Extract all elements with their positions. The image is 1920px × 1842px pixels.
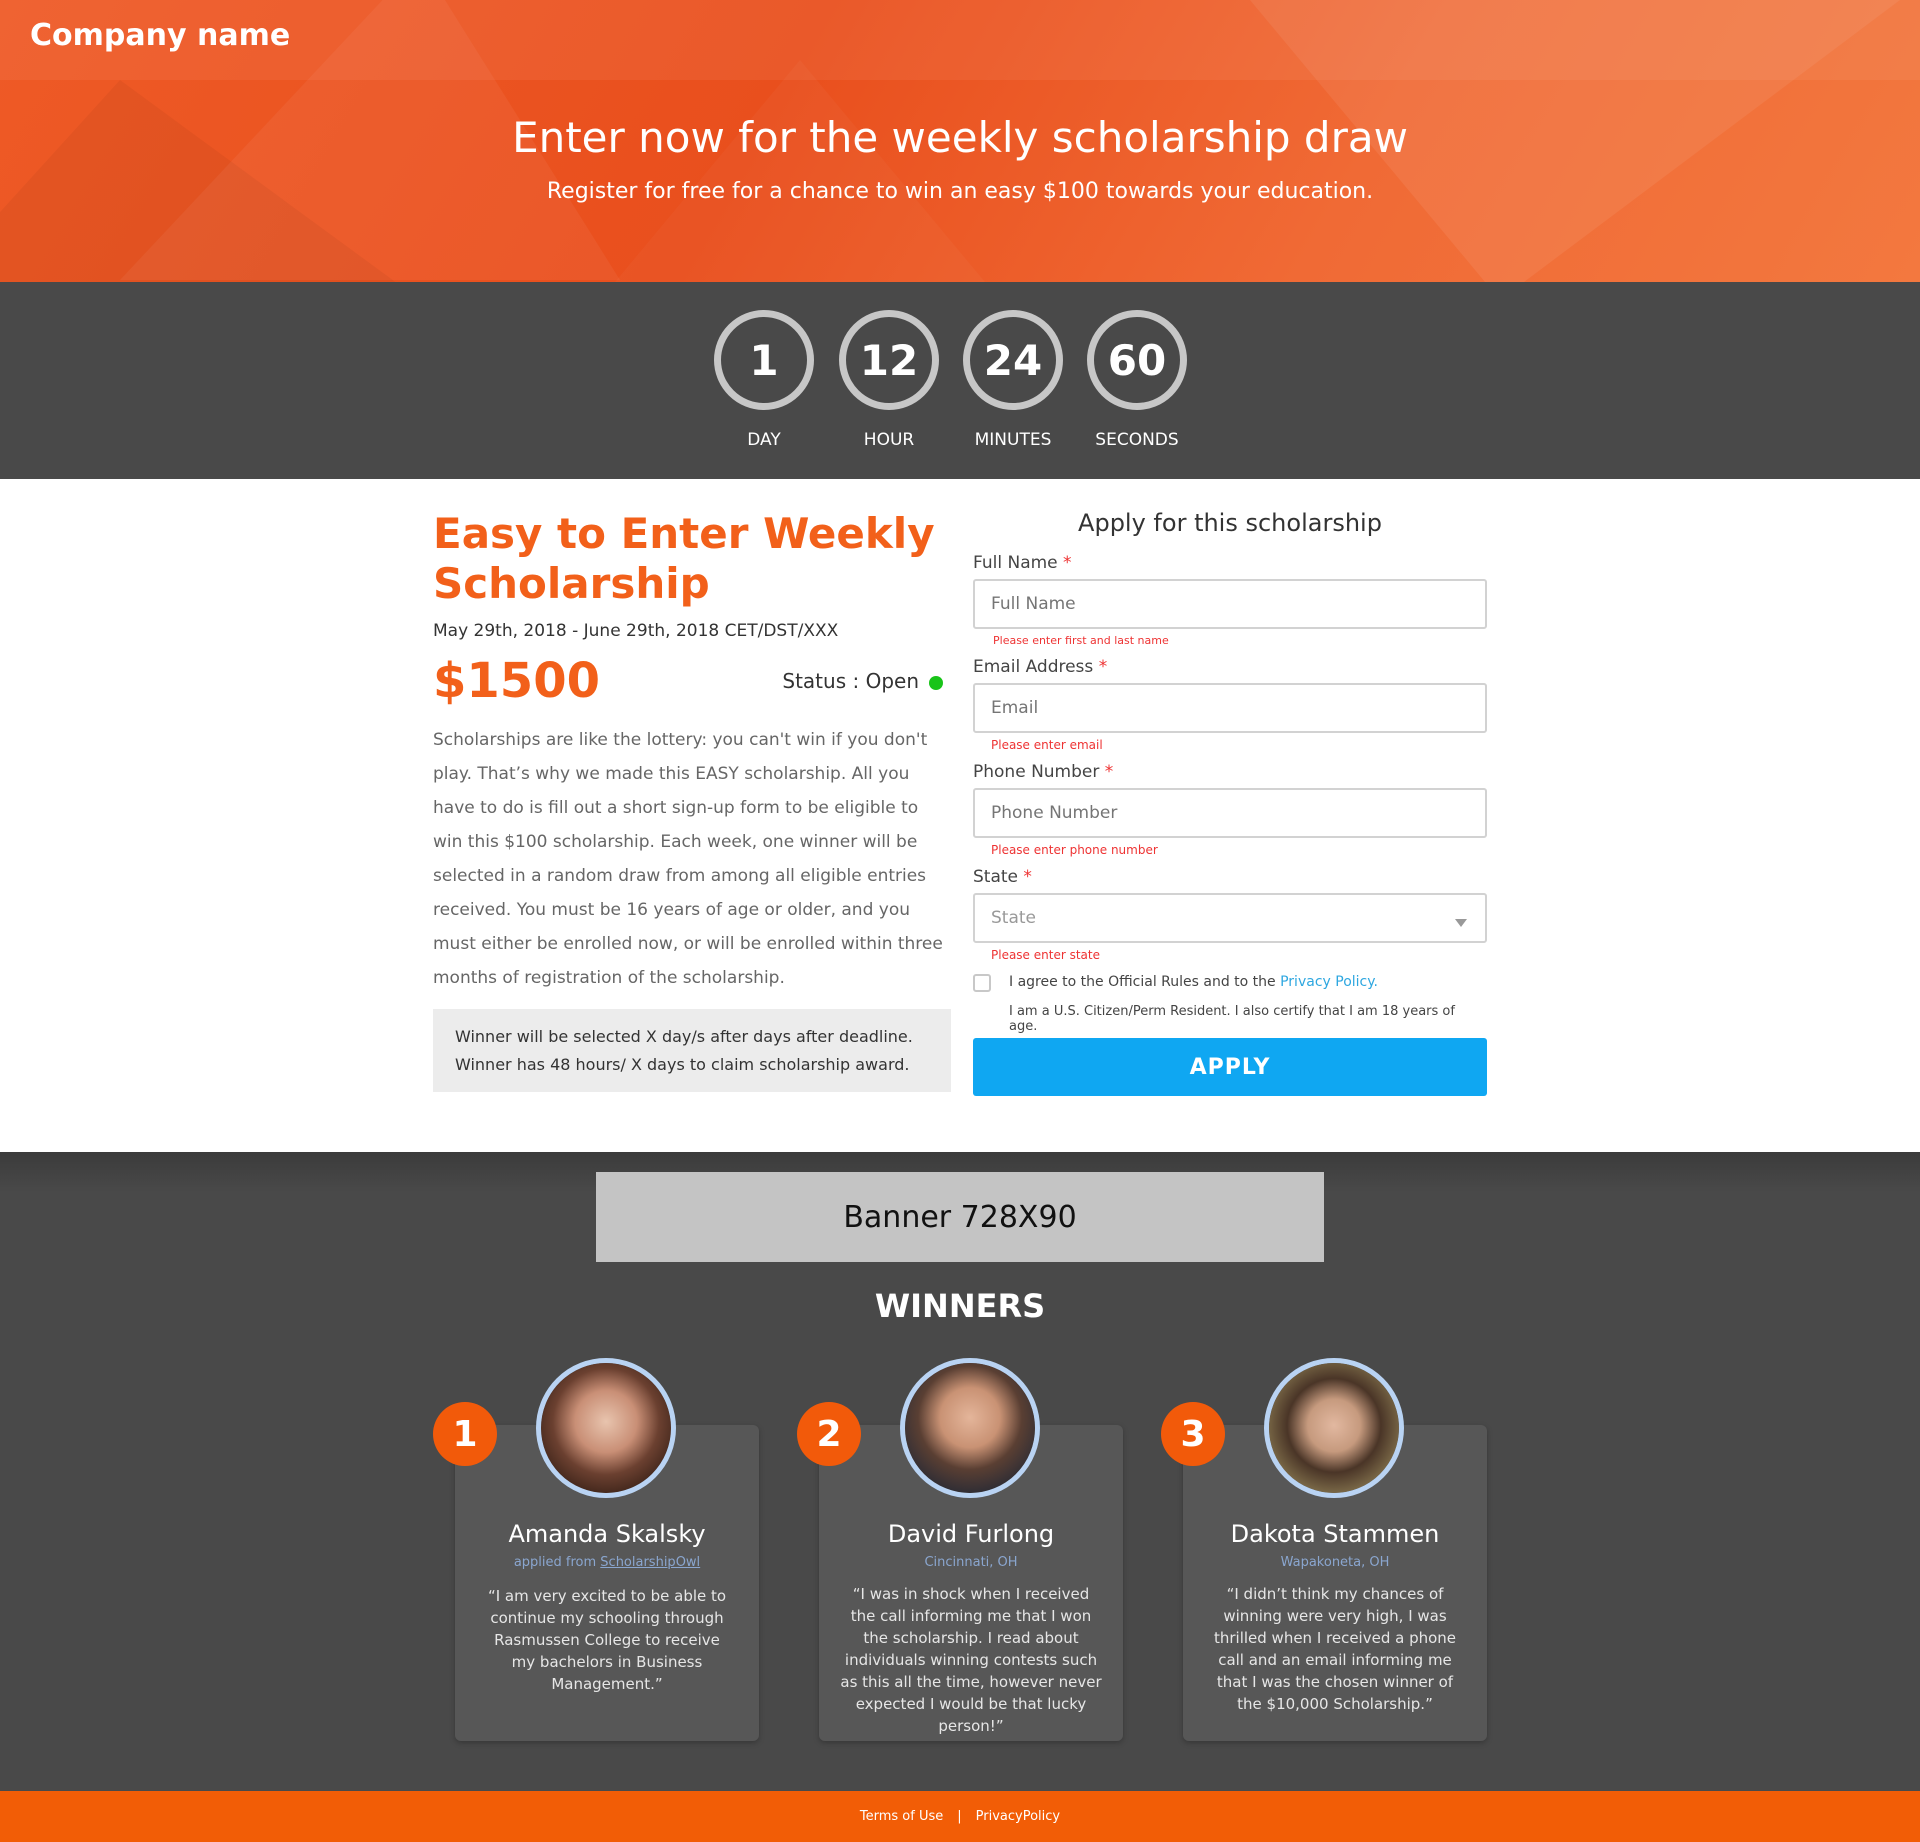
email-group: Email Address * Please enter email: [973, 657, 1487, 752]
certify-text: I am a U.S. Citizen/Perm Resident. I als…: [1009, 1004, 1455, 1034]
winner-name: David Furlong: [887, 1520, 1055, 1548]
apply-form: Apply for this scholarship Full Name * P…: [973, 509, 1487, 1096]
hero-subtitle: Register for free for a chance to win an…: [546, 179, 1374, 204]
winner-location: Cincinnati, OH: [924, 1555, 1018, 1570]
winner-location: Wapakoneta, OH: [1280, 1555, 1390, 1570]
avatar: [900, 1358, 1040, 1498]
apply-button[interactable]: APPLY: [973, 1038, 1487, 1096]
avatar-photo: [905, 1363, 1035, 1493]
phone-input[interactable]: [973, 788, 1487, 838]
countdown-day: 1 DAY: [714, 310, 814, 450]
form-title: Apply for this scholarship: [1078, 509, 1382, 537]
countdown-minutes: 24 MINUTES: [963, 310, 1063, 450]
winner-note-line: Winner has 48 hours/ X days to claim sch…: [455, 1055, 910, 1074]
full-name-label: Full Name *: [973, 553, 1072, 573]
terms-link[interactable]: Terms of Use: [860, 1809, 943, 1824]
countdown-label: MINUTES: [974, 430, 1052, 450]
winner-name: Amanda Skalsky: [508, 1520, 706, 1548]
phone-group: Phone Number * Please enter phone number: [973, 762, 1487, 857]
state-label: State *: [973, 867, 1032, 887]
hero-title: Enter now for the weekly scholarship dra…: [512, 113, 1408, 162]
status-text: Status : Open: [782, 669, 919, 693]
countdown-seconds: 60 SECONDS: [1087, 310, 1187, 450]
winners-section: Banner 728X90 WINNERS Amanda Skalsky app…: [0, 1152, 1920, 1791]
avatar-photo: [541, 1363, 671, 1493]
scholarship-description: Scholarships are like the lottery: you c…: [433, 730, 943, 988]
scholarshipowl-link[interactable]: ScholarshipOwl: [600, 1555, 700, 1570]
full-name-input[interactable]: [973, 579, 1487, 629]
countdown-hour: 12 HOUR: [839, 310, 939, 450]
email-label: Email Address *: [973, 657, 1108, 677]
agree-text: I agree to the Official Rules and to the…: [1009, 974, 1378, 990]
winner-note: Winner will be selected X day/s after da…: [433, 1009, 951, 1092]
full-name-error: Please enter first and last name: [993, 634, 1169, 647]
winner-quote: “I didn’t think my chances of winning we…: [1213, 1585, 1457, 1713]
ad-banner[interactable]: Banner 728X90: [596, 1172, 1324, 1262]
scholarship-dates: May 29th, 2018 - June 29th, 2018 CET/DST…: [433, 621, 839, 641]
countdown-value: 12: [839, 310, 939, 410]
rank-badge: 3: [1161, 1402, 1225, 1466]
footer-separator: |: [957, 1809, 962, 1824]
status-dot-icon: [929, 675, 943, 690]
winner-name: Dakota Stammen: [1230, 1520, 1440, 1548]
scholarship-info: Easy to Enter Weekly Scholarship May 29t…: [433, 509, 953, 1092]
full-name-group: Full Name * Please enter first and last …: [973, 553, 1487, 647]
footer: Terms of Use | PrivacyPolicy: [0, 1791, 1920, 1842]
rank-badge: 1: [433, 1402, 497, 1466]
countdown-label: DAY: [747, 430, 781, 450]
winner-location: applied from ScholarshipOwl: [513, 1555, 701, 1570]
state-group: State * State Please enter state: [973, 867, 1487, 962]
state-error: Please enter state: [991, 948, 1100, 962]
avatar-photo: [1269, 1363, 1399, 1493]
countdown-value: 60: [1087, 310, 1187, 410]
state-select[interactable]: State: [973, 893, 1487, 943]
winner-note-line: Winner will be selected X day/s after da…: [455, 1027, 913, 1046]
winner-quote: “I was in shock when I received the call…: [840, 1585, 1102, 1735]
avatar: [536, 1358, 676, 1498]
phone-error: Please enter phone number: [991, 843, 1158, 857]
countdown-label: HOUR: [863, 430, 915, 450]
countdown-value: 1: [714, 310, 814, 410]
email-error: Please enter email: [991, 738, 1103, 752]
phone-label: Phone Number *: [973, 762, 1114, 782]
countdown-bar: 1 DAY 12 HOUR 24 MINUTES 60 SECONDS: [0, 282, 1920, 479]
hero-facet: [600, 60, 1000, 282]
email-field[interactable]: [973, 683, 1487, 733]
winner-quote: “I am very excited to be able to continu…: [487, 1587, 727, 1693]
winners-title: WINNERS: [874, 1287, 1046, 1325]
countdown-value: 24: [963, 310, 1063, 410]
scholarship-amount: $1500: [433, 653, 600, 709]
agree-checkbox[interactable]: [973, 974, 991, 992]
scholarship-title: Easy to Enter Weekly Scholarship: [433, 509, 935, 608]
rank-badge: 2: [797, 1402, 861, 1466]
status-badge: Status : Open: [782, 669, 943, 693]
hero-header: Company name Enter now for the weekly sc…: [0, 0, 1920, 282]
privacy-link[interactable]: PrivacyPolicy: [976, 1809, 1060, 1824]
price-row: $1500 Status : Open: [433, 653, 953, 717]
main-content: Easy to Enter Weekly Scholarship May 29t…: [0, 479, 1920, 1152]
privacy-policy-link[interactable]: Privacy Policy: [1280, 974, 1373, 990]
chevron-down-icon: [1455, 919, 1467, 927]
avatar: [1264, 1358, 1404, 1498]
agreement-row: I agree to the Official Rules and to the…: [973, 972, 1487, 1034]
countdown-label: SECONDS: [1095, 430, 1179, 450]
company-logo[interactable]: Company name: [30, 18, 290, 53]
